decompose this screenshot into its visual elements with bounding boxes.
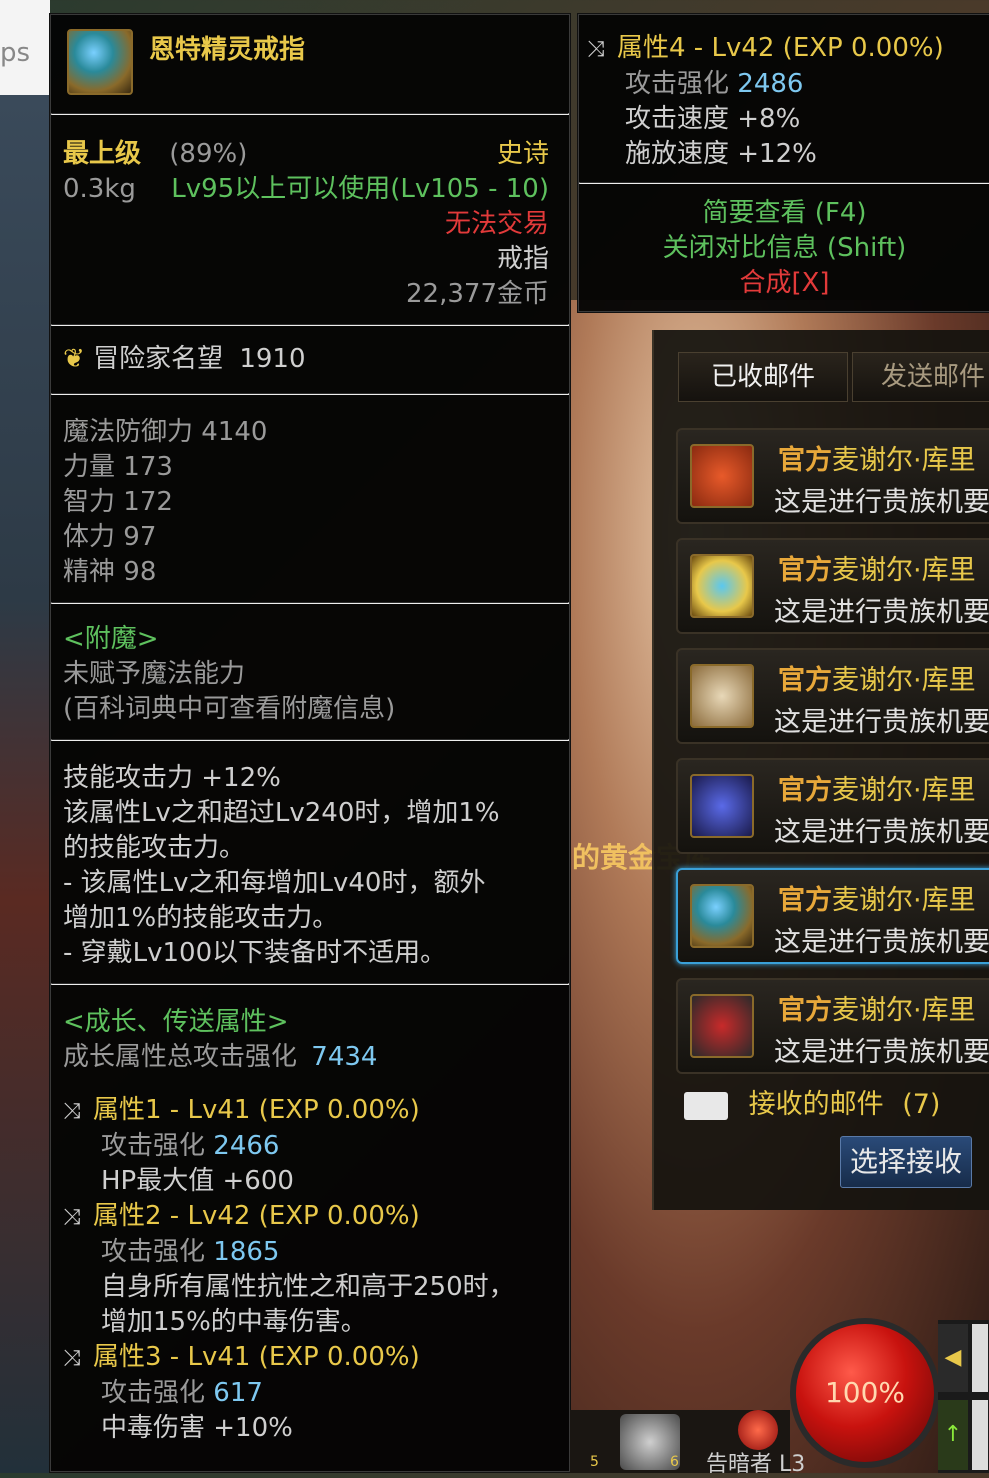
attr-3-atk: 攻击强化 617 <box>101 1378 263 1408</box>
item-price: 22,377金币 <box>406 279 549 309</box>
attr-2-title: ⤨ 属性2 - Lv42 (EXP 0.00%) <box>63 1199 557 1235</box>
level-up-button[interactable]: ↑ <box>938 1400 968 1470</box>
attr-4-atk-speed: 攻击速度 +8% <box>625 104 801 134</box>
skill-line: 该属性Lv之和超过Lv240时，增加1% <box>63 798 500 828</box>
attr-1-atk: 攻击强化 2466 <box>101 1131 280 1161</box>
shuffle-icon: ⤨ <box>63 1099 81 1124</box>
skill-block: 技能攻击力 +12% 该属性Lv之和超过Lv240时，增加1% 的技能攻击力。 … <box>51 741 569 983</box>
slot-number: 6 <box>670 1454 679 1470</box>
dark-cloak-icon <box>690 774 754 838</box>
tab-sent-mail[interactable]: 发送邮件 <box>852 352 989 402</box>
attr-1-title: ⤨ 属性1 - Lv41 (EXP 0.00%) <box>63 1093 557 1129</box>
player-name-label: 告暗者 L3 <box>706 1452 806 1477</box>
attr-4-atk: 攻击强化 2486 <box>625 69 804 99</box>
mail-item-selected[interactable]: 官方麦谢尔·库里 这是进行贵族机要 <box>676 868 989 964</box>
enchant-line-1: 未赋予魔法能力 <box>63 659 246 689</box>
stats-block: 魔法防御力 4140 力量 173 智力 172 体力 97 精神 98 <box>51 395 569 602</box>
mail-panel: 已收邮件 发送邮件 官方麦谢尔·库里 这是进行贵族机要 官方麦谢尔·库里 这是进… <box>652 330 989 1210</box>
hint-brief-view: 简要查看 (F4) <box>702 198 867 228</box>
item-grade: 最上级 <box>63 139 142 169</box>
enchant-title: <附魔> <box>63 624 159 654</box>
skill-line: 的技能攻击力。 <box>63 833 246 863</box>
hp-percent: 100% <box>824 1376 906 1409</box>
ring-icon <box>690 884 754 948</box>
enchant-block: <附魔> 未赋予魔法能力 (百科词典中可查看附魔信息) <box>51 604 569 739</box>
envelope-icon <box>684 1091 728 1120</box>
attr-2-atk: 攻击强化 1865 <box>101 1237 280 1267</box>
item-weight: 0.3kg <box>63 174 136 204</box>
skill-line: 技能攻击力 +12% <box>63 763 281 793</box>
mail-item[interactable]: 官方麦谢尔·库里 这是进行贵族机要 <box>676 428 989 524</box>
stat-row: 体力 97 <box>63 522 157 552</box>
skill-line: - 该属性Lv之和每增加Lv40时，额外 <box>63 868 486 898</box>
fame-icon: ❦ <box>63 344 85 374</box>
hint-synthesize: 合成[X] <box>739 268 830 298</box>
growth-title: <成长、传送属性> <box>63 1007 289 1037</box>
tab-received-mail[interactable]: 已收邮件 <box>678 352 848 402</box>
shuffle-icon: ⤨ <box>63 1346 81 1371</box>
item-level-req: Lv95以上可以使用(Lv105 - 10) <box>171 174 549 204</box>
browser-background: ps <box>0 0 50 1473</box>
item-header: 恩特精灵戒指 <box>51 15 569 113</box>
select-receive-button[interactable]: 选择接收 <box>840 1136 972 1188</box>
hp-orb: 100% <box>790 1318 940 1468</box>
mail-item[interactable]: 官方麦谢尔·库里 这是进行贵族机要 <box>676 758 989 854</box>
ring-icon <box>67 29 133 95</box>
feather-armor-icon <box>690 444 754 508</box>
lock-icon <box>972 1400 988 1470</box>
item-rarity: 史诗 <box>496 139 549 169</box>
mystery-box-icon <box>690 994 754 1058</box>
item-trade: 无法交易 <box>444 209 549 239</box>
slot-number: 5 <box>590 1454 599 1470</box>
mail-item[interactable]: 官方麦谢尔·库里 这是进行贵族机要 <box>676 648 989 744</box>
attr-4-title: ⤨ 属性4 - Lv42 (EXP 0.00%) <box>587 31 989 67</box>
shuffle-icon: ⤨ <box>63 1205 81 1230</box>
item-tooltip: 恩特精灵戒指 最上级 (89%) 史诗 0.3kg Lv95以上可以使用(Lv1… <box>50 14 570 1472</box>
attr-2-extra: 自身所有属性抗性之和高于250时， <box>101 1272 515 1302</box>
url-fragment: ps <box>0 38 31 68</box>
hint-close-compare: 关闭对比信息 (Shift) <box>662 233 907 263</box>
received-mail-row: 接收的邮件 (7) <box>684 1082 940 1121</box>
fame-row: ❦ 冒险家名望 1910 <box>51 326 569 393</box>
skill-line: 增加1%的技能攻击力。 <box>63 903 339 933</box>
skill-line: - 穿戴Lv100以下装备时不适用。 <box>63 938 447 968</box>
growth-block: <成长、传送属性> 成长属性总攻击强化 7434 ⤨ 属性1 - Lv41 (EX… <box>51 985 569 1446</box>
fame-value: 1910 <box>239 344 306 374</box>
attr-1-extra: HP最大值 +600 <box>101 1166 294 1196</box>
item-type: 戒指 <box>496 244 549 274</box>
enchant-line-2: (百科词典中可查看附魔信息) <box>63 694 396 724</box>
item-name: 恩特精灵戒指 <box>149 35 306 65</box>
item-tooltip-continued: ⤨ 属性4 - Lv42 (EXP 0.00%) 攻击强化 2486 攻击速度 +… <box>578 14 989 312</box>
stat-row: 魔法防御力 4140 <box>63 417 268 447</box>
scroll-icon <box>690 554 754 618</box>
attr-3-title: ⤨ 属性3 - Lv41 (EXP 0.00%) <box>63 1340 557 1376</box>
shuffle-icon: ⤨ <box>587 37 605 62</box>
red-orb-icon <box>738 1410 778 1450</box>
stat-row: 力量 173 <box>63 452 173 482</box>
stat-row: 智力 172 <box>63 487 173 517</box>
gauntlet-icon <box>690 664 754 728</box>
fame-label: 冒险家名望 <box>93 344 224 374</box>
arrow-left-button[interactable]: ◀ <box>938 1324 968 1392</box>
side-buttons: ◀ ↑ <box>938 1320 989 1473</box>
growth-total: 成长属性总攻击强化 7434 <box>63 1042 378 1072</box>
lock-icon <box>972 1324 988 1392</box>
attr-3-extra: 中毒伤害 +10% <box>101 1413 293 1443</box>
mail-item[interactable]: 官方麦谢尔·库里 这是进行贵族机要 <box>676 538 989 634</box>
stat-row: 精神 98 <box>63 557 157 587</box>
item-grade-pct: (89%) <box>169 139 248 169</box>
mail-item[interactable]: 官方麦谢尔·库里 这是进行贵族机要 <box>676 978 989 1074</box>
attr-2-extra: 增加15%的中毒伤害。 <box>101 1307 367 1337</box>
item-basic-info: 最上级 (89%) 史诗 0.3kg Lv95以上可以使用(Lv105 - 10… <box>51 115 569 324</box>
attr-4-cast-speed: 施放速度 +12% <box>625 139 817 169</box>
